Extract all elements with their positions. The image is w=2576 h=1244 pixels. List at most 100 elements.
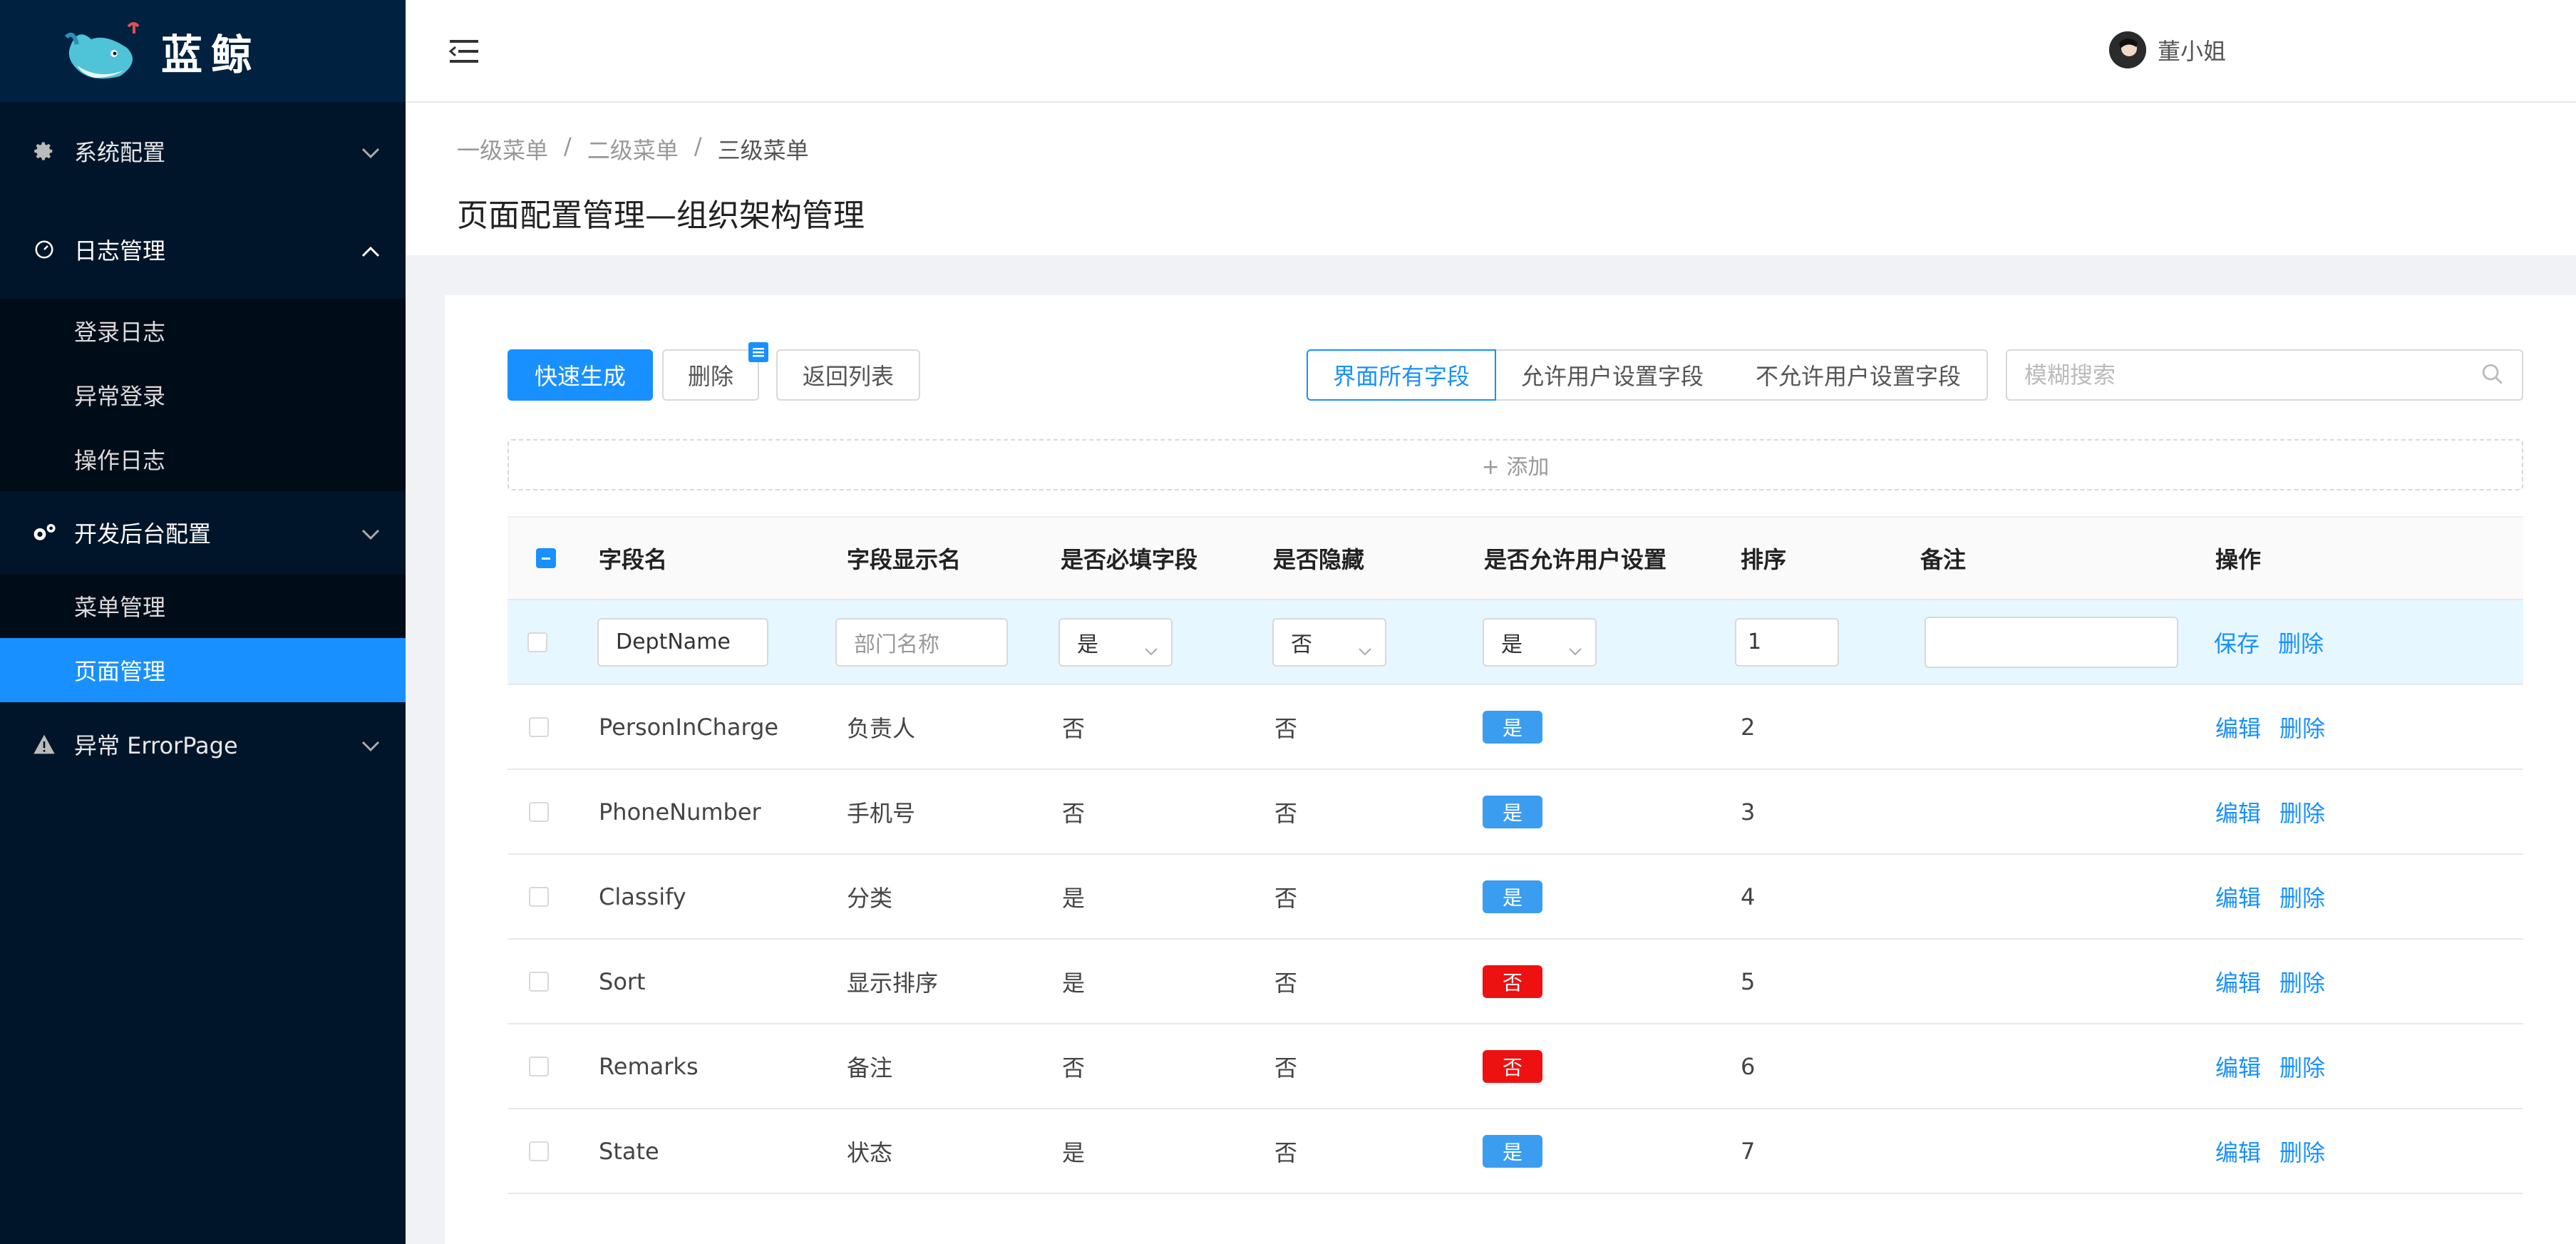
hidden-cell: 否 [1274,714,1298,742]
user-settable-tag: 是 [1483,1134,1542,1168]
required-cell: 是 [1062,1138,1086,1166]
table-header: 字段名 字段显示名 是否必填字段 是否隐藏 是否允许用户设置 排序 备注 操作 [508,516,2523,600]
breadcrumb-item[interactable]: 一级菜单 [457,133,548,165]
field-name-cell: PhoneNumber [599,798,761,826]
user-settable-select[interactable]: 是 [1483,617,1597,667]
sidebar-item-label: 开发后台配置 [74,520,212,548]
row-checkbox[interactable] [529,1141,549,1161]
row-checkbox[interactable] [529,886,549,907]
select-value: 是 [1077,632,1098,657]
search-icon[interactable] [2480,362,2505,389]
warning-icon [31,731,57,757]
tab-non-user-settable-fields[interactable]: 不允许用户设置字段 [1730,349,1988,401]
chevron-up-icon [361,236,380,263]
row-checkbox[interactable] [527,632,547,652]
tab-all-fields[interactable]: 界面所有字段 [1307,349,1496,401]
sidebar-item-login-log[interactable]: 登录日志 [0,299,406,363]
display-name-cell: 显示排序 [847,969,939,997]
column-header[interactable]: 备注 [1920,518,1966,599]
required-select[interactable]: 是 [1058,617,1173,667]
breadcrumb-item[interactable]: 二级菜单 [587,133,679,165]
chevron-down-icon [1144,637,1158,662]
field-name-input[interactable]: DeptName [597,617,768,667]
select-all-checkbox[interactable] [536,548,556,568]
display-name-input[interactable]: 部门名称 [835,617,1008,667]
column-header[interactable]: 排序 [1741,518,1786,599]
chevron-down-icon [1568,637,1582,662]
hidden-cell: 否 [1274,1138,1298,1166]
select-value: 是 [1501,632,1523,657]
edit-link[interactable]: 编辑 [2215,1135,2261,1168]
sidebar-item-dev-config[interactable]: 开发后台配置 [0,491,406,574]
sidebar-item-operation-log[interactable]: 操作日志 [0,427,406,491]
tab-user-settable-fields[interactable]: 允许用户设置字段 [1495,349,1731,401]
row-checkbox[interactable] [529,801,549,822]
row-checkbox[interactable] [529,1056,549,1076]
app-name: 蓝鲸 [161,30,262,79]
edit-link[interactable]: 编辑 [2215,880,2261,913]
required-cell: 否 [1062,714,1086,742]
column-header[interactable]: 是否必填字段 [1061,518,1197,599]
search-input[interactable] [2006,349,2523,401]
quick-generate-button[interactable]: 快速生成 [508,349,653,401]
sidebar-item-log-management[interactable]: 日志管理 [0,200,406,299]
user-settable-tag: 是 [1483,795,1542,828]
edit-link[interactable]: 编辑 [2215,796,2261,828]
column-header: 操作 [2215,546,2262,573]
remark-input[interactable] [1925,616,2178,668]
sidebar-item-system-config[interactable]: 系统配置 [0,102,406,200]
save-link[interactable]: 保存 [2214,626,2260,659]
menu-fold-icon[interactable] [448,36,480,67]
field-name-cell: Remarks [599,1052,699,1080]
delete-link[interactable]: 删除 [2279,880,2325,913]
column-header[interactable]: 是否允许用户设置 [1484,518,1666,599]
gears-icon [31,520,57,545]
hidden-cell: 否 [1274,799,1298,827]
column-header[interactable]: 字段名 [599,518,667,599]
back-to-list-button[interactable]: 返回列表 [776,349,920,401]
add-row-button[interactable]: + 添加 [508,439,2523,490]
logo[interactable]: 蓝鲸 [0,0,406,102]
delete-link[interactable]: 删除 [2278,626,2324,659]
sidebar-item-label: 系统配置 [74,139,166,166]
user-settable-tag: 是 [1483,710,1542,744]
display-name-cell: 备注 [847,1054,893,1081]
display-name-cell: 负责人 [847,714,916,742]
sort-input[interactable]: 1 [1735,617,1839,667]
hidden-cell: 否 [1274,1054,1298,1081]
edit-link[interactable]: 编辑 [2215,711,2261,744]
hidden-select[interactable]: 否 [1272,617,1386,667]
sidebar-item-menu-management[interactable]: 菜单管理 [0,574,406,638]
sidebar-item-page-management[interactable]: 页面管理 [0,638,406,702]
delete-link[interactable]: 删除 [2279,1050,2325,1083]
row-checkbox[interactable] [529,971,549,992]
table-row: PhoneNumber 手机号 否 否 是 3 编辑 删除 [508,770,2523,855]
edit-link[interactable]: 编辑 [2215,1050,2261,1083]
breadcrumb: 一级菜单 / 二级菜单 / 三级菜单 [457,133,809,165]
breadcrumb-item: 三级菜单 [717,137,809,164]
row-checkbox[interactable] [529,716,549,737]
sidebar-item-abnormal-login[interactable]: 异常登录 [0,363,406,427]
document-badge-icon [747,341,770,366]
table-row-editing: DeptName 部门名称 是 否 是 1 保存 删除 [508,600,2523,685]
table-row: State 状态 是 否 是 7 编辑 删除 [508,1109,2523,1194]
sidebar-item-error-page[interactable]: 异常 ErrorPage [0,702,406,786]
delete-link[interactable]: 删除 [2279,796,2325,828]
delete-link[interactable]: 删除 [2279,711,2325,744]
delete-button[interactable]: 删除 [662,349,759,401]
avatar [2109,31,2146,68]
column-header[interactable]: 字段显示名 [847,518,961,599]
sort-cell: 7 [1741,1137,1756,1165]
required-cell: 是 [1062,884,1086,912]
delete-link[interactable]: 删除 [2279,1135,2325,1168]
sort-cell: 5 [1741,967,1756,995]
edit-link[interactable]: 编辑 [2215,965,2261,998]
dashboard-icon [31,237,57,262]
column-header[interactable]: 是否隐藏 [1273,518,1364,599]
field-name-cell: Sort [599,967,646,995]
table-row: Remarks 备注 否 否 否 6 编辑 删除 [508,1024,2523,1109]
user-menu[interactable]: 董小姐 [2109,31,2226,68]
table-row: PersonInCharge 负责人 否 否 是 2 编辑 删除 [508,685,2523,770]
page-header: 一级菜单 / 二级菜单 / 三级菜单 页面配置管理—组织架构管理 [406,103,2576,255]
delete-link[interactable]: 删除 [2279,965,2325,998]
